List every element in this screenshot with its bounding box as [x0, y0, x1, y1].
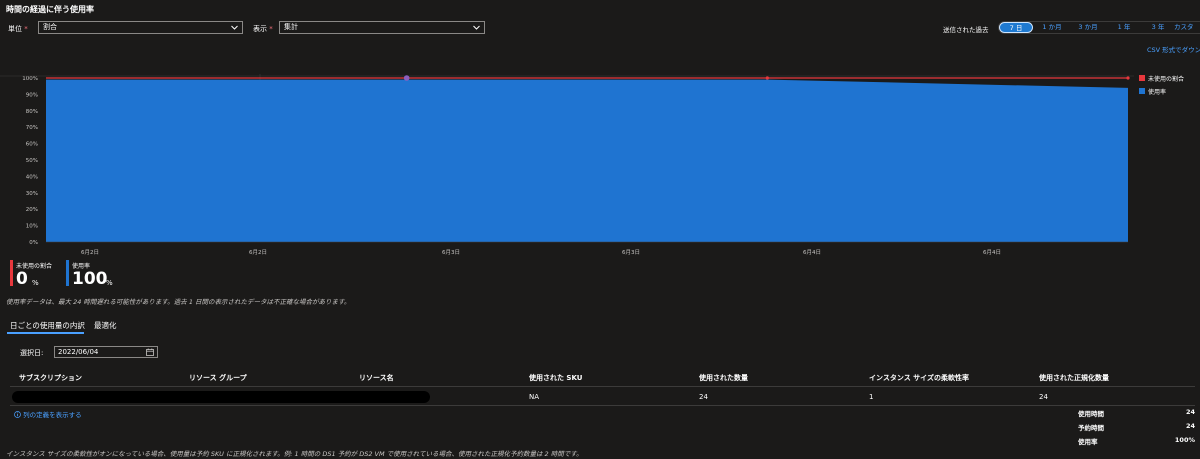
x-tick-label: 6月4日 [983, 249, 1001, 256]
usage-area [46, 79, 1128, 242]
period-3m-button[interactable]: 3 か月 [1071, 22, 1105, 33]
period-custom-button[interactable]: カスタ [1174, 22, 1200, 33]
chevron-down-icon [473, 25, 480, 30]
date-label: 選択日: [20, 349, 44, 357]
table-cell-normalized: 24 [1039, 393, 1048, 401]
period-3y-button[interactable]: 3 年 [1146, 22, 1170, 33]
table-cell-sku: NA [529, 393, 540, 401]
column-header-sku[interactable]: 使用された SKU [529, 373, 582, 383]
display-dropdown[interactable]: 集計 [279, 21, 485, 34]
unit-label: 単位 * [8, 25, 28, 33]
legend-item-usage[interactable]: 使用率 [1148, 87, 1166, 96]
x-tick-label: 6月3日 [622, 249, 640, 256]
period-label: 送信された過去 [943, 26, 989, 34]
page-title: 時間の経過に伴う使用率 [6, 5, 94, 14]
unit-dropdown[interactable]: 割合 [38, 21, 243, 34]
y-tick-label: 20% [26, 207, 38, 213]
y-tick-label: 90% [26, 92, 38, 98]
y-tick-label: 10% [26, 224, 38, 230]
y-tick-label: 30% [26, 191, 38, 197]
y-tick-label: 60% [26, 142, 38, 148]
data-point-marker[interactable] [765, 76, 769, 80]
data-point-marker[interactable] [403, 75, 410, 81]
column-header-quantity[interactable]: 使用された数量 [699, 373, 748, 383]
x-tick-label: 6月2日 [81, 249, 99, 256]
y-tick-label: 50% [26, 158, 38, 164]
kpi-unused-bar [10, 260, 13, 286]
display-dropdown-value: 集計 [284, 23, 298, 31]
date-value: 2022/06/04 [58, 348, 99, 356]
date-picker-input[interactable]: 2022/06/04 [54, 346, 158, 358]
period-1m-button[interactable]: 1 か月 [1037, 22, 1067, 33]
legend-item-unused[interactable]: 未使用の割合 [1148, 74, 1184, 83]
tab-optimize[interactable]: 最適化 [94, 320, 117, 331]
tab-active-indicator [7, 332, 84, 334]
summary-value-used-hours: 24 [1185, 408, 1195, 416]
summary-label-usage-rate: 使用率 [1078, 438, 1098, 446]
table-cell-flex-ratio: 1 [869, 393, 874, 401]
calendar-icon[interactable] [146, 348, 154, 356]
legend-swatch-unused [1139, 75, 1145, 81]
table-header-divider [10, 386, 1195, 387]
kpi-unused-unit: % [32, 279, 39, 287]
kpi-usage-value: 100 [72, 269, 108, 289]
kpi-usage-unit: % [106, 279, 113, 287]
column-header-normalized-quantity[interactable]: 使用された正規化数量 [1039, 373, 1109, 383]
kpi-unused-value: 0 [16, 269, 28, 289]
period-7d-button[interactable]: 7 日 [999, 22, 1033, 33]
summary-value-usage-rate: 100% [1174, 436, 1195, 444]
legend-swatch-usage [1139, 88, 1145, 94]
data-point-marker[interactable] [1126, 76, 1130, 80]
summary-label-used-hours: 使用時間 [1078, 410, 1104, 418]
y-tick-label: 70% [26, 125, 38, 131]
data-delay-note: 使用率データは、最大 24 時間遅れる可能性があります。過去 1 日間の表示され… [6, 298, 351, 306]
chevron-down-icon [231, 25, 238, 30]
usage-chart: 100% 90% 80% 70% 60% 50% 40% 30% 20% 10% 0% 6月2日 6月2… [0, 74, 1134, 256]
y-tick-label: 100% [22, 76, 38, 82]
column-header-resource-name[interactable]: リソース名 [359, 373, 394, 383]
table-cell-quantity: 24 [699, 393, 708, 401]
table-row-divider [10, 405, 1195, 406]
column-header-flex-ratio[interactable]: インスタンス サイズの柔軟性率 [869, 373, 969, 383]
y-tick-label: 40% [26, 174, 38, 180]
column-header-resource-group[interactable]: リソース グループ [189, 373, 247, 383]
x-tick-label: 6月4日 [803, 249, 821, 256]
kpi-usage-bar [66, 260, 69, 286]
redacted-resource-info [12, 391, 430, 403]
x-tick-label: 6月2日 [249, 249, 267, 256]
tab-daily-breakdown[interactable]: 日ごとの使用量の内訳 [10, 320, 85, 331]
csv-download-link[interactable]: CSV 形式でダウン [1147, 44, 1200, 54]
y-tick-label: 80% [26, 109, 38, 115]
summary-value-reserved-hours: 24 [1185, 422, 1195, 430]
show-column-definitions-label: 列の定義を表示する [23, 411, 82, 419]
period-1y-button[interactable]: 1 年 [1112, 22, 1136, 33]
x-tick-label: 6月3日 [442, 249, 460, 256]
show-column-definitions-link[interactable]: 列の定義を表示する [14, 409, 82, 419]
info-icon [14, 411, 21, 418]
normalization-note: インスタンス サイズの柔軟性がオンになっている場合、使用量は予約 SKU に正規… [6, 450, 583, 458]
summary-label-reserved-hours: 予約時間 [1078, 424, 1104, 432]
y-tick-label: 0% [29, 240, 38, 246]
display-label: 表示 * [253, 25, 273, 33]
column-header-subscription[interactable]: サブスクリプション [19, 373, 82, 383]
unit-dropdown-value: 割合 [43, 23, 57, 31]
